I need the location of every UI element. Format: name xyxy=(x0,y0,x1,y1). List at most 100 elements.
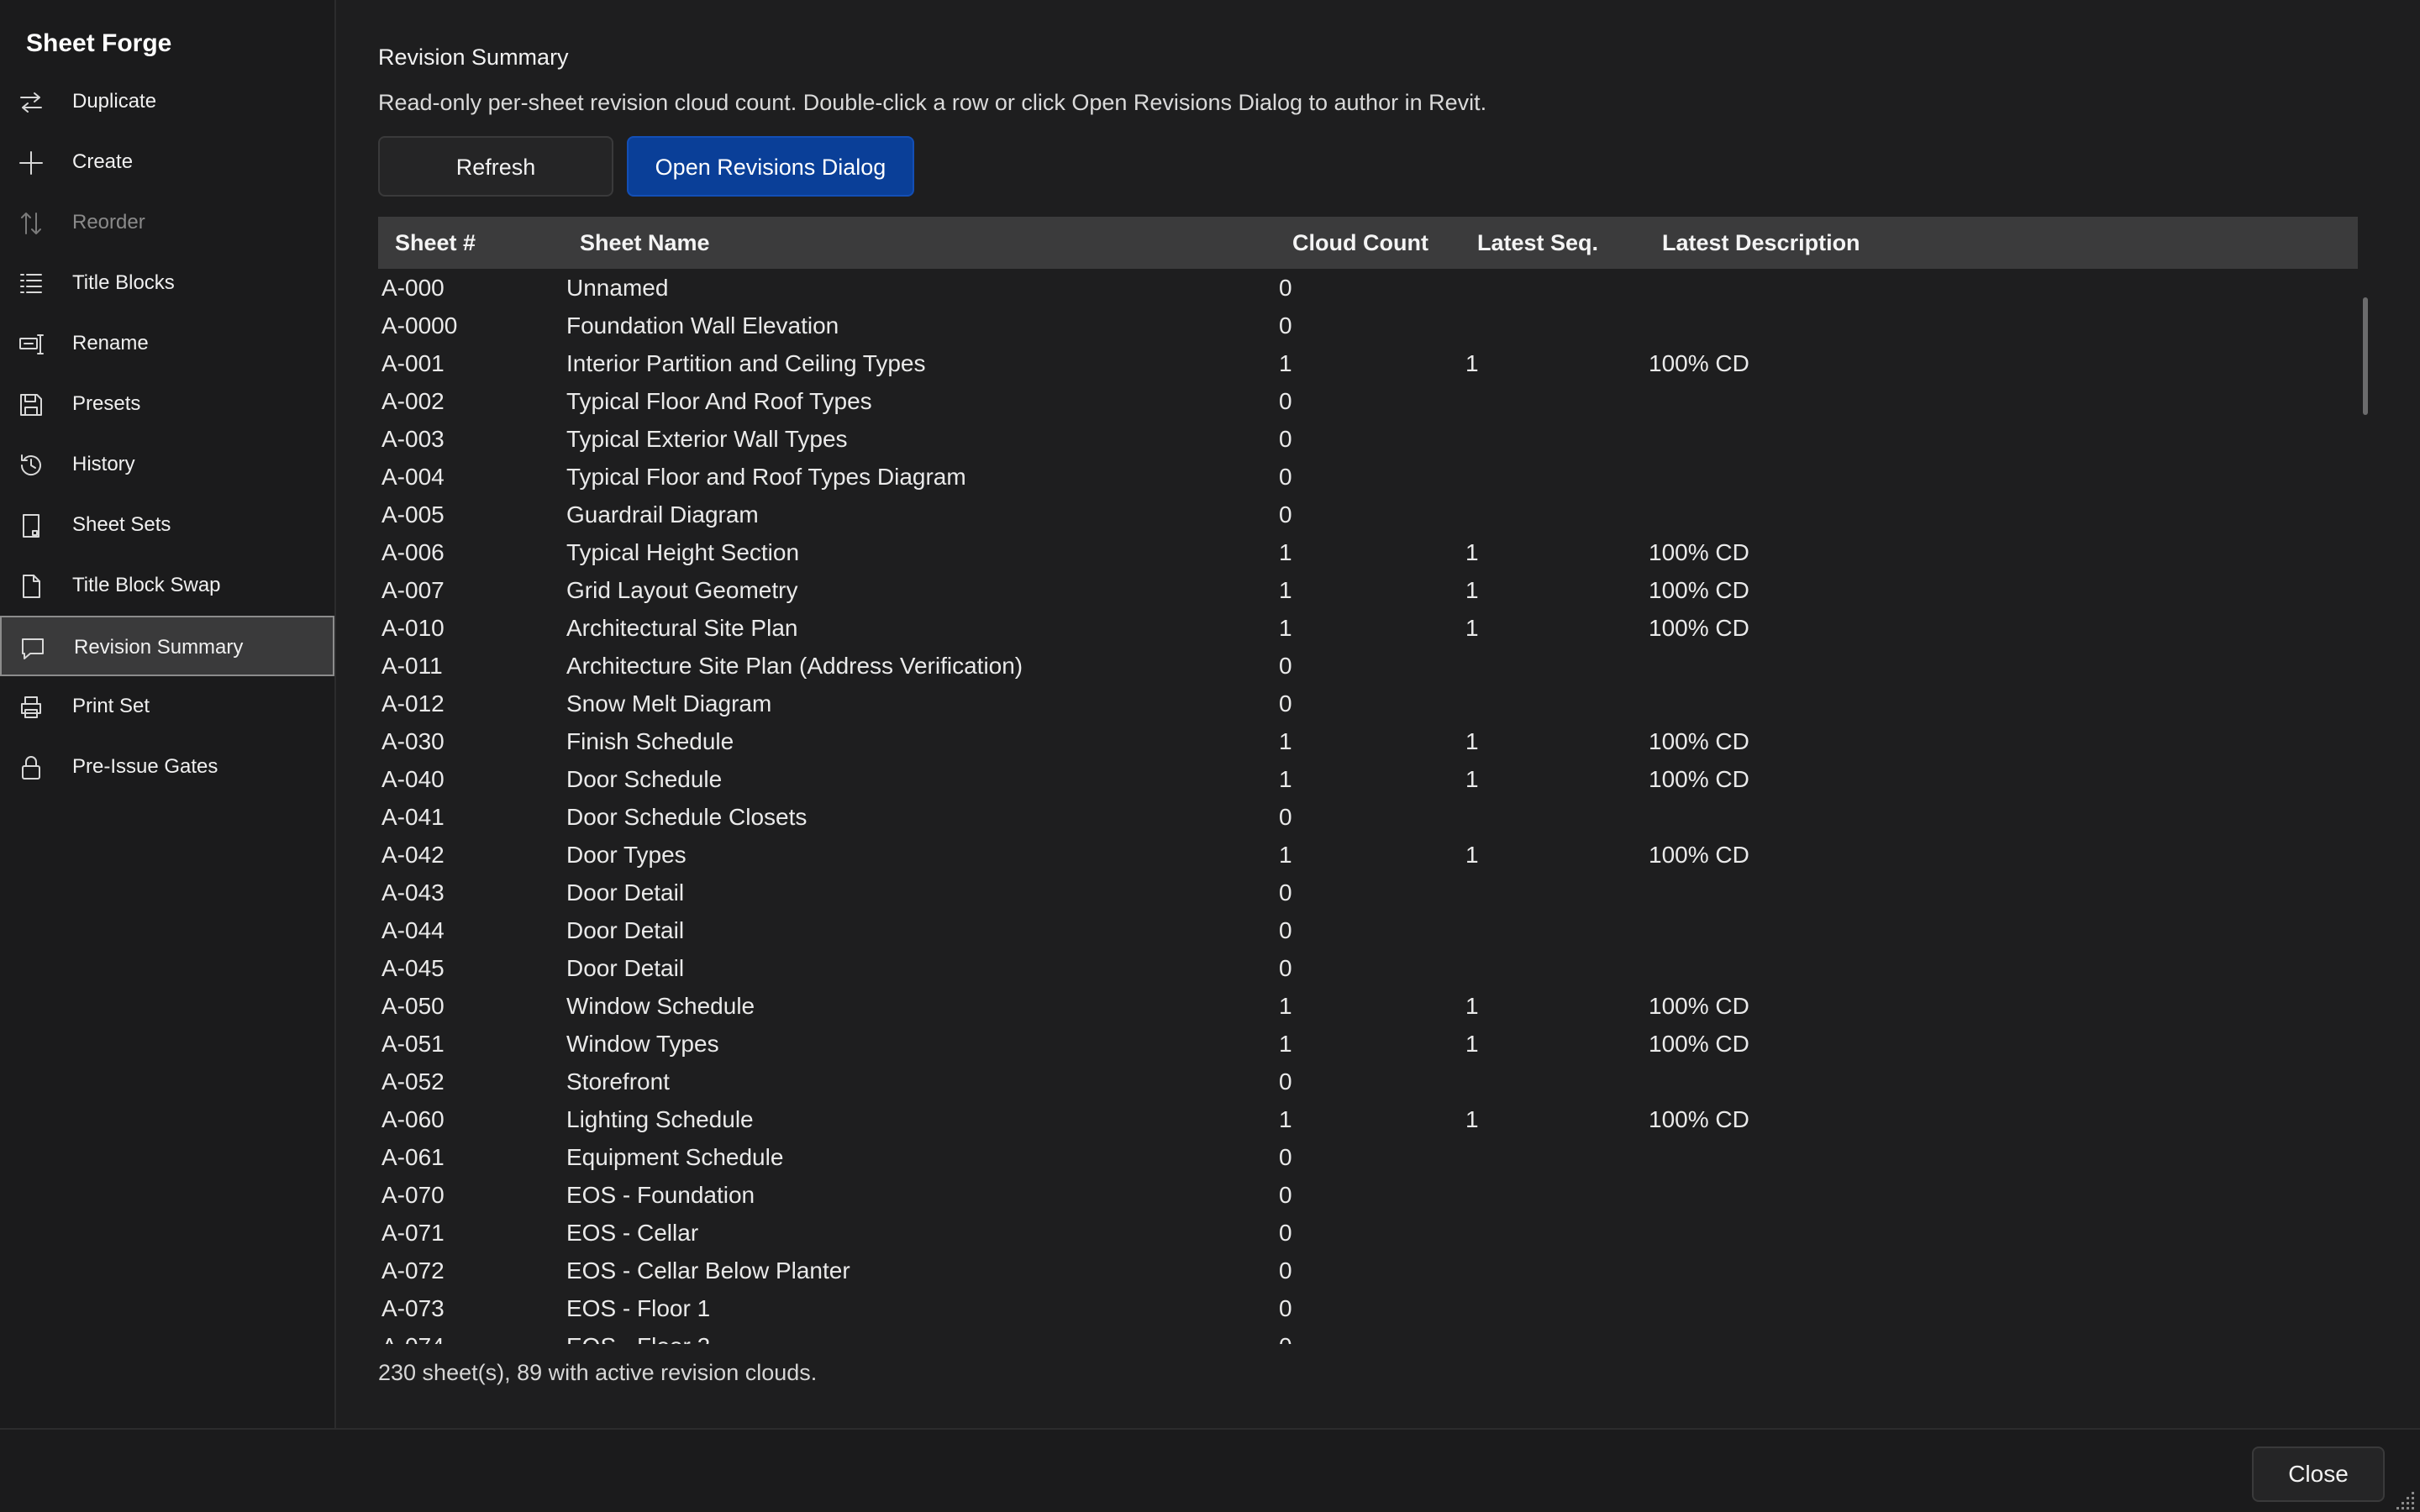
cell-sheet-name: Grid Layout Geometry xyxy=(566,577,798,603)
sidebar-item-label: Pre-Issue Gates xyxy=(72,755,218,778)
cell-latest-seq: 1 xyxy=(1465,350,1479,376)
sidebar-item-label: Title Blocks xyxy=(72,271,175,294)
column-header-latest-description[interactable]: Latest Description xyxy=(1662,217,1860,269)
cell-cloud-count: 1 xyxy=(1279,350,1292,376)
cell-cloud-count: 1 xyxy=(1279,728,1292,754)
cell-sheet-number: A-003 xyxy=(381,426,445,452)
table-row[interactable]: A-051 Window Types 1 1 100% CD xyxy=(378,1025,2336,1063)
printer-icon xyxy=(17,695,45,720)
table-row[interactable]: A-073 EOS - Floor 1 0 xyxy=(378,1289,2336,1327)
sidebar-item-title-block-swap[interactable]: Title Block Swap xyxy=(0,555,334,616)
table-row[interactable]: A-041 Door Schedule Closets 0 xyxy=(378,798,2336,836)
sidebar-item-pre-issue-gates[interactable]: Pre-Issue Gates xyxy=(0,737,334,797)
sidebar-item-title-blocks[interactable]: Title Blocks xyxy=(0,253,334,313)
table-row[interactable]: A-0000 Foundation Wall Elevation 0 xyxy=(378,307,2336,344)
cell-sheet-number: A-074 xyxy=(381,1327,445,1344)
cell-cloud-count: 1 xyxy=(1279,1106,1292,1132)
table-row[interactable]: A-011 Architecture Site Plan (Address Ver… xyxy=(378,647,2336,685)
column-header-sheet-name[interactable]: Sheet Name xyxy=(580,217,710,269)
sidebar-item-label: Reorder xyxy=(72,211,145,234)
cell-sheet-number: A-005 xyxy=(381,501,445,528)
document-icon xyxy=(17,574,45,599)
cell-cloud-count: 1 xyxy=(1279,993,1292,1019)
table-row[interactable]: A-045 Door Detail 0 xyxy=(378,949,2336,987)
cell-cloud-count: 0 xyxy=(1279,1257,1292,1284)
sidebar-item-presets[interactable]: Presets xyxy=(0,374,334,434)
table-row[interactable]: A-004 Typical Floor and Roof Types Diagra… xyxy=(378,458,2336,496)
resize-grip-icon[interactable] xyxy=(2395,1488,2417,1510)
cell-sheet-number: A-045 xyxy=(381,955,445,981)
lock-icon xyxy=(17,755,45,780)
table-row[interactable]: A-052 Storefront 0 xyxy=(378,1063,2336,1100)
rename-icon xyxy=(17,332,45,357)
table-row[interactable]: A-044 Door Detail 0 xyxy=(378,911,2336,949)
table-row[interactable]: A-003 Typical Exterior Wall Types 0 xyxy=(378,420,2336,458)
open-revisions-dialog-button[interactable]: Open Revisions Dialog xyxy=(627,136,914,197)
cell-sheet-number: A-060 xyxy=(381,1106,445,1132)
cell-sheet-number: A-050 xyxy=(381,993,445,1019)
table-row[interactable]: A-070 EOS - Foundation 0 xyxy=(378,1176,2336,1214)
cell-latest-description: 100% CD xyxy=(1649,1106,1749,1132)
cell-sheet-name: Window Types xyxy=(566,1031,719,1057)
cell-sheet-name: Door Types xyxy=(566,842,687,868)
page-description: Read-only per-sheet revision cloud count… xyxy=(378,90,1487,115)
sidebar-item-sheet-sets[interactable]: Sheet Sets xyxy=(0,495,334,555)
cell-cloud-count: 0 xyxy=(1279,388,1292,414)
cell-latest-seq: 1 xyxy=(1465,539,1479,565)
close-button[interactable]: Close xyxy=(2252,1446,2385,1502)
table-row[interactable]: A-071 EOS - Cellar 0 xyxy=(378,1214,2336,1252)
table-body[interactable]: A-000 Unnamed 0 A-0000 Foundation Wall Eleva… xyxy=(378,269,2358,1344)
refresh-button[interactable]: Refresh xyxy=(378,136,613,197)
sidebar-item-rename[interactable]: Rename xyxy=(0,313,334,374)
cell-cloud-count: 0 xyxy=(1279,275,1292,301)
cell-sheet-number: A-070 xyxy=(381,1182,445,1208)
table-row[interactable]: A-002 Typical Floor And Roof Types 0 xyxy=(378,382,2336,420)
sidebar-item-history[interactable]: History xyxy=(0,434,334,495)
table-row[interactable]: A-007 Grid Layout Geometry 1 1 100% CD xyxy=(378,571,2336,609)
cell-sheet-name: Door Schedule xyxy=(566,766,723,792)
table-row[interactable]: A-043 Door Detail 0 xyxy=(378,874,2336,911)
sidebar-item-print-set[interactable]: Print Set xyxy=(0,676,334,737)
table-row[interactable]: A-074 EOS - Floor 2 0 xyxy=(378,1327,2336,1344)
cell-sheet-name: EOS - Cellar xyxy=(566,1220,699,1246)
sidebar-item-duplicate[interactable]: Duplicate xyxy=(0,71,334,132)
table-row[interactable]: A-006 Typical Height Section 1 1 100% CD xyxy=(378,533,2336,571)
cell-cloud-count: 0 xyxy=(1279,690,1292,717)
comment-icon xyxy=(18,636,47,661)
table-row[interactable]: A-005 Guardrail Diagram 0 xyxy=(378,496,2336,533)
sidebar-item-label: Rename xyxy=(72,332,149,354)
sidebar-item-revision-summary[interactable]: Revision Summary xyxy=(0,616,334,676)
table-row[interactable]: A-061 Equipment Schedule 0 xyxy=(378,1138,2336,1176)
table-row[interactable]: A-042 Door Types 1 1 100% CD xyxy=(378,836,2336,874)
cell-sheet-name: Architectural Site Plan xyxy=(566,615,798,641)
sidebar-item-create[interactable]: Create xyxy=(0,132,334,192)
table-row[interactable]: A-030 Finish Schedule 1 1 100% CD xyxy=(378,722,2336,760)
cell-sheet-number: A-044 xyxy=(381,917,445,943)
table-row[interactable]: A-072 EOS - Cellar Below Planter 0 xyxy=(378,1252,2336,1289)
cell-sheet-number: A-043 xyxy=(381,879,445,906)
vertical-scrollbar-thumb[interactable] xyxy=(2363,297,2368,415)
table-row[interactable]: A-000 Unnamed 0 xyxy=(378,269,2336,307)
table-row[interactable]: A-001 Interior Partition and Ceiling Type… xyxy=(378,344,2336,382)
cell-sheet-number: A-040 xyxy=(381,766,445,792)
column-header-cloud-count[interactable]: Cloud Count xyxy=(1292,217,1428,269)
cell-cloud-count: 0 xyxy=(1279,879,1292,906)
cell-sheet-name: EOS - Foundation xyxy=(566,1182,755,1208)
table-row[interactable]: A-040 Door Schedule 1 1 100% CD xyxy=(378,760,2336,798)
app-window: Sheet Forge Duplicate Create Reorder Title … xyxy=(0,0,2420,1512)
column-header-latest-seq[interactable]: Latest Seq. xyxy=(1477,217,1598,269)
column-header-sheet-number[interactable]: Sheet # xyxy=(395,217,476,269)
table-row[interactable]: A-010 Architectural Site Plan 1 1 100% CD xyxy=(378,609,2336,647)
swap-arrows-icon xyxy=(17,90,45,115)
cell-latest-seq: 1 xyxy=(1465,1106,1479,1132)
cell-sheet-number: A-072 xyxy=(381,1257,445,1284)
footer-bar: Close xyxy=(0,1428,2420,1512)
table-row[interactable]: A-012 Snow Melt Diagram 0 xyxy=(378,685,2336,722)
sidebar-item-reorder: Reorder xyxy=(0,192,334,253)
table-row[interactable]: A-060 Lighting Schedule 1 1 100% CD xyxy=(378,1100,2336,1138)
plus-icon xyxy=(17,150,45,176)
cell-sheet-name: Door Detail xyxy=(566,879,685,906)
table-row[interactable]: A-050 Window Schedule 1 1 100% CD xyxy=(378,987,2336,1025)
cell-sheet-name: EOS - Cellar Below Planter xyxy=(566,1257,850,1284)
cell-latest-description: 100% CD xyxy=(1649,766,1749,792)
